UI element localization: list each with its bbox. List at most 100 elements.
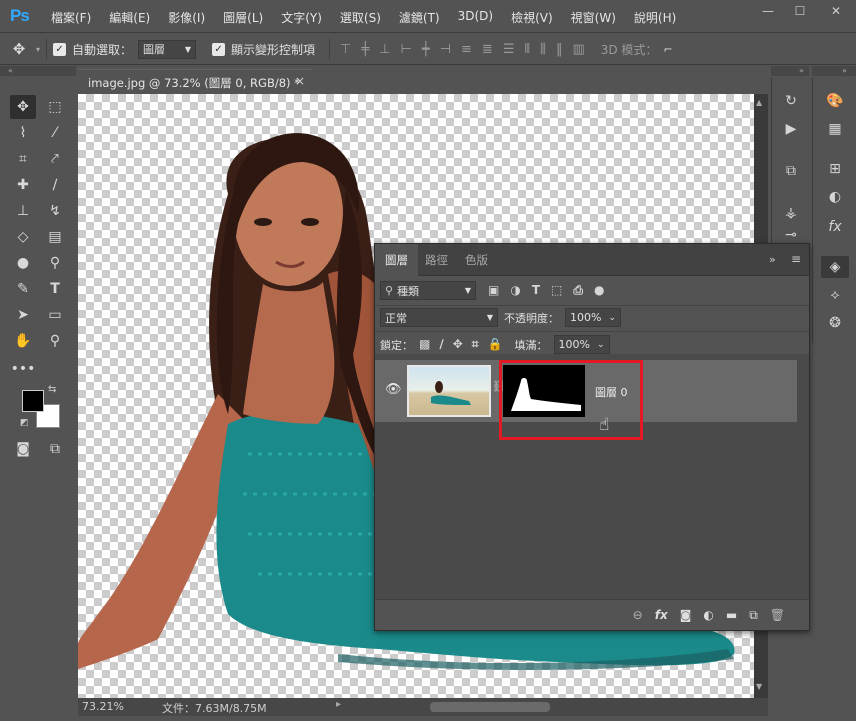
more-tools-icon[interactable]: ••• (10, 357, 36, 381)
restore-button[interactable]: ☐ (784, 0, 816, 22)
tools-collapse-strip[interactable]: « (0, 66, 76, 76)
dodge-tool-icon[interactable]: ⚲ (42, 251, 68, 275)
chevron-down-icon[interactable]: ▾ (36, 45, 40, 54)
menu-file[interactable]: 檔案(F) (42, 9, 100, 26)
auto-select-checkbox[interactable]: ✓ (53, 42, 67, 56)
adjustments-icon[interactable]: ◐ (821, 186, 849, 208)
distribute-top-icon[interactable]: ≡ (461, 42, 472, 57)
auto-select-dropdown[interactable]: 圖層 ▼ (138, 39, 197, 59)
collapse-panel-icon[interactable]: » (769, 253, 776, 266)
auto-align-icon[interactable]: ▥ (572, 42, 584, 57)
quick-mask-icon[interactable]: ◙ (10, 437, 36, 461)
panel-menu-icon[interactable]: ≡ (791, 252, 801, 266)
layer-name[interactable]: 圖層 0 (595, 384, 628, 400)
canvas-horizontal-scroll-thumb[interactable] (430, 702, 550, 712)
add-mask-icon[interactable]: ◙ (680, 608, 692, 622)
lock-all-icon[interactable]: 🔒 (488, 337, 503, 352)
close-button[interactable]: ✕ (816, 0, 856, 22)
gradient-tool-icon[interactable]: ▤ (42, 225, 68, 249)
eraser-tool-icon[interactable]: ◇ (10, 225, 36, 249)
actions-play-icon[interactable]: ▶ (777, 118, 805, 140)
lasso-tool-icon[interactable]: ⌇ (10, 121, 36, 145)
align-hcenter-icon[interactable]: ┿ (422, 42, 430, 57)
3d-orbit-icon[interactable]: ⌐ (663, 43, 672, 56)
distribute-hcenter-icon[interactable]: ⫼ (540, 42, 546, 57)
menu-image[interactable]: 影像(I) (159, 9, 214, 26)
lock-transparent-icon[interactable]: ▩ (419, 337, 430, 352)
minimize-button[interactable]: — (752, 0, 784, 22)
type-tool-icon[interactable]: T (42, 277, 68, 301)
opacity-input[interactable]: 100% ⌄ (565, 308, 621, 327)
filter-shape-icon[interactable]: ⬚ (551, 283, 562, 298)
dock-collapse-strip[interactable]: » (771, 66, 809, 76)
tab-paths[interactable]: 路徑 (415, 244, 458, 276)
lock-paint-icon[interactable]: ∕ (439, 337, 443, 352)
document-tab[interactable]: image.jpg @ 73.2% (圖層 0, RGB/8) * × (78, 69, 312, 93)
hand-tool-icon[interactable]: ✋ (10, 329, 36, 353)
distribute-right-icon[interactable]: ‖ (556, 42, 563, 57)
dock2-collapse-strip[interactable]: » (812, 66, 856, 76)
adjustment-layer-icon[interactable]: ◐ (703, 608, 713, 622)
fx-icon[interactable]: fx (655, 608, 668, 622)
distribute-vcenter-icon[interactable]: ≣ (482, 42, 493, 57)
filter-pixel-icon[interactable]: ▣ (488, 283, 499, 298)
layer-row[interactable]: 👁 ⛓ 圖層 0 ☝ (375, 360, 797, 440)
menu-view[interactable]: 檢視(V) (502, 9, 562, 26)
paths-panel-icon[interactable]: ⟡ (821, 284, 849, 306)
libraries-icon[interactable]: ⊞ (821, 158, 849, 180)
screen-mode-icon[interactable]: ⧉ (42, 437, 68, 461)
tab-channels[interactable]: 色版 (455, 244, 498, 276)
lock-artboard-icon[interactable]: ⌗ (472, 337, 479, 352)
visibility-eye-icon[interactable]: 👁 (385, 382, 402, 397)
brush-presets-icon[interactable]: ⚶ (777, 202, 805, 224)
filter-kind-dropdown[interactable]: ⚲ 種類 ▼ (380, 281, 476, 300)
default-colors-icon[interactable]: ◩ (20, 418, 29, 428)
magic-wand-icon[interactable]: ⁄ (42, 121, 68, 145)
filter-type-icon[interactable]: T (532, 283, 540, 298)
move-tool-icon[interactable]: ✥ (10, 95, 36, 119)
clone-stamp-icon[interactable]: ⊥ (10, 199, 36, 223)
filter-smart-object-icon[interactable]: ⎙ (573, 283, 583, 298)
layer-thumbnail[interactable] (407, 365, 491, 417)
tool-presets-icon[interactable]: ⊸ (777, 230, 805, 240)
menu-window[interactable]: 視窗(W) (562, 9, 625, 26)
lock-position-icon[interactable]: ✥ (453, 337, 463, 352)
filter-adjustment-icon[interactable]: ◑ (510, 283, 520, 298)
new-group-folder-icon[interactable]: ▬ (726, 608, 737, 622)
eyedropper-icon[interactable]: ⤤ (42, 147, 68, 171)
align-bottom-icon[interactable]: ⊥ (379, 42, 390, 57)
fill-input[interactable]: 100% ⌄ (553, 335, 610, 354)
layers-panel-icon[interactable]: ◈ (821, 256, 849, 278)
path-select-icon[interactable]: ➤ (10, 303, 36, 327)
marquee-tool-icon[interactable]: ⬚ (42, 95, 68, 119)
menu-select[interactable]: 選取(S) (331, 9, 390, 26)
menu-help[interactable]: 說明(H) (625, 9, 685, 26)
styles-fx-icon[interactable]: fx (821, 216, 849, 238)
trash-icon[interactable]: 🗑 (770, 608, 785, 622)
clone-source-icon[interactable]: ⧉ (777, 160, 805, 182)
menu-3d[interactable]: 3D(D) (449, 9, 502, 26)
scroll-down-icon[interactable]: ▼ (756, 682, 762, 691)
color-panel-icon[interactable]: 🎨 (821, 90, 849, 112)
blend-mode-dropdown[interactable]: 正常 ▼ (380, 308, 498, 327)
align-vcenter-icon[interactable]: ╪ (361, 42, 369, 57)
zoom-tool-icon[interactable]: ⚲ (42, 329, 68, 353)
distribute-left-icon[interactable]: ⫴ (524, 42, 529, 57)
history-brush-icon[interactable]: ↯ (42, 199, 68, 223)
layer-list-scrollbar[interactable] (797, 360, 809, 600)
filter-toggle-icon[interactable]: ● (594, 283, 604, 298)
align-right-icon[interactable]: ⊣ (440, 42, 451, 57)
swatches-grid-icon[interactable]: ▦ (821, 118, 849, 140)
link-layers-icon[interactable]: ⊖ (633, 608, 643, 622)
swap-colors-icon[interactable]: ⇆ (48, 384, 56, 395)
brush-tool-icon[interactable]: ∕ (42, 173, 68, 197)
align-top-icon[interactable]: ⊤ (340, 42, 351, 57)
blur-tool-icon[interactable]: ● (10, 251, 36, 275)
move-tool-icon[interactable]: ✥ (8, 40, 30, 58)
menu-edit[interactable]: 編輯(E) (100, 9, 159, 26)
menu-filter[interactable]: 濾鏡(T) (390, 9, 449, 26)
foreground-color-swatch[interactable] (22, 390, 44, 412)
menu-layer[interactable]: 圖層(L) (214, 9, 272, 26)
tab-layers[interactable]: 圖層 (375, 244, 418, 276)
menu-type[interactable]: 文字(Y) (272, 9, 331, 26)
